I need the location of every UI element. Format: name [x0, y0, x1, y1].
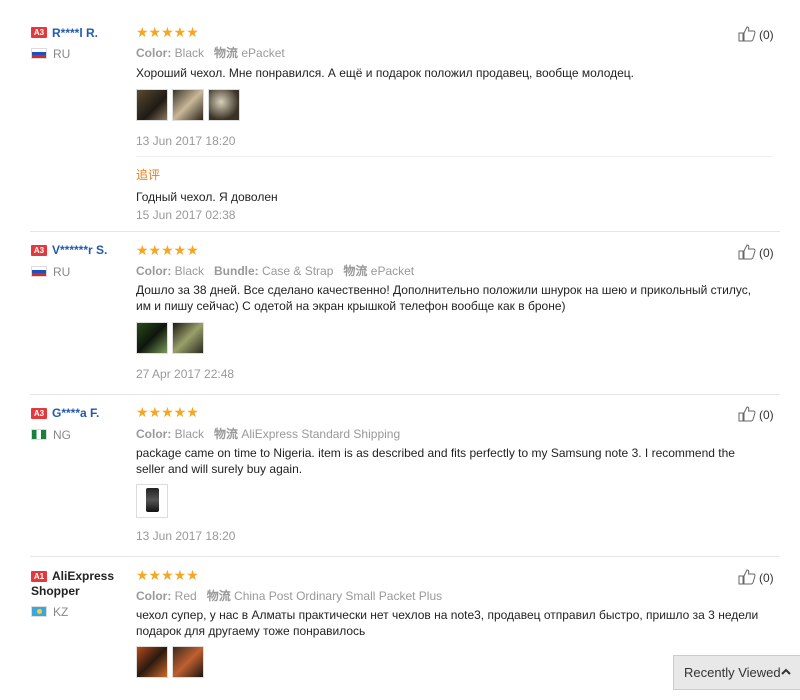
helpful-count: (0) — [759, 571, 774, 585]
reviewer-name[interactable]: R****l R. — [52, 26, 98, 40]
rating-stars: ★★★★★ — [136, 404, 199, 420]
helpful-count: (0) — [759, 408, 774, 422]
review-text: чехол супер, у нас в Алматы практически … — [136, 608, 759, 638]
review-photos — [136, 646, 208, 678]
helpful-button[interactable]: (0) — [738, 26, 774, 42]
helpful-button[interactable]: (0) — [738, 244, 774, 260]
thumbs-up-icon — [738, 26, 756, 42]
helpful-button[interactable]: (0) — [738, 406, 774, 422]
reviewer-country: NG — [31, 428, 71, 442]
review-photo-thumbnail[interactable] — [208, 89, 240, 121]
buyer-level-badge: A3 — [31, 408, 47, 419]
review-photos — [136, 484, 172, 518]
review-photo-thumbnail[interactable] — [136, 322, 168, 354]
rating-stars: ★★★★★ — [136, 242, 199, 258]
order-attributes: Color: Black Bundle: Case & Strap 物流 ePack… — [136, 264, 415, 278]
review-text: Хороший чехол. Мне понравился. А ещё и п… — [136, 66, 634, 80]
russia-flag-icon — [31, 266, 47, 277]
russia-flag-icon — [31, 48, 47, 59]
recently-viewed-tab[interactable]: Recently Viewed — [673, 655, 800, 690]
helpful-count: (0) — [759, 246, 774, 260]
reviewer-country: RU — [31, 47, 70, 61]
follow-up-date: 15 Jun 2017 02:38 — [136, 208, 236, 222]
review-divider — [30, 231, 780, 232]
follow-up-label: 追评 — [136, 168, 161, 182]
review-date: 27 Apr 2017 22:48 — [136, 367, 235, 381]
thumbs-up-icon — [738, 406, 756, 422]
buyer-level-badge: A3 — [31, 27, 47, 38]
buyer-level-badge: A1 — [31, 571, 47, 582]
order-attributes: Color: Black 物流 ePacket — [136, 46, 285, 60]
order-attributes: Color: Red 物流 China Post Ordinary Small P… — [136, 589, 443, 603]
review-divider — [30, 556, 780, 557]
recently-viewed-label: Recently Viewed — [684, 665, 781, 680]
review-photo-thumbnail[interactable] — [136, 646, 168, 678]
review-photo-thumbnail[interactable] — [172, 322, 204, 354]
review-photo-thumbnail[interactable] — [172, 646, 204, 678]
buyer-level-badge: A3 — [31, 245, 47, 256]
reviewer-name-line2: Shopper — [31, 584, 80, 598]
thumbs-up-icon — [738, 244, 756, 260]
review-photos — [136, 89, 244, 121]
review-divider — [30, 394, 780, 395]
review-photo-thumbnail[interactable] — [172, 89, 204, 121]
divider — [136, 156, 772, 157]
helpful-button[interactable]: (0) — [738, 569, 774, 585]
chevron-up-icon — [781, 668, 791, 675]
reviewer-country: KZ — [31, 605, 68, 619]
review-photo-thumbnail[interactable] — [136, 89, 168, 121]
kazakhstan-flag-icon — [31, 606, 47, 617]
review-photo-thumbnail[interactable] — [136, 484, 168, 518]
follow-up-text: Годный чехол. Я доволен — [136, 190, 278, 204]
rating-stars: ★★★★★ — [136, 567, 199, 583]
reviewer-name[interactable]: G****a F. — [52, 406, 99, 420]
review-text: package came on time to Nigeria. item is… — [136, 446, 735, 476]
thumbs-up-icon — [738, 569, 756, 585]
nigeria-flag-icon — [31, 429, 47, 440]
reviewer-country: RU — [31, 265, 70, 279]
review-date: 13 Jun 2017 18:20 — [136, 134, 236, 148]
review-photos — [136, 322, 208, 354]
review-date: 13 Jun 2017 18:20 — [136, 529, 236, 543]
rating-stars: ★★★★★ — [136, 24, 199, 40]
review-text: Дошло за 38 дней. Все сделано качественн… — [136, 283, 752, 313]
reviewer-name[interactable]: V******r S. — [52, 243, 107, 257]
order-attributes: Color: Black 物流 AliExpress Standard Shipp… — [136, 427, 401, 441]
helpful-count: (0) — [759, 28, 774, 42]
reviewer-name: AliExpress — [52, 569, 115, 583]
